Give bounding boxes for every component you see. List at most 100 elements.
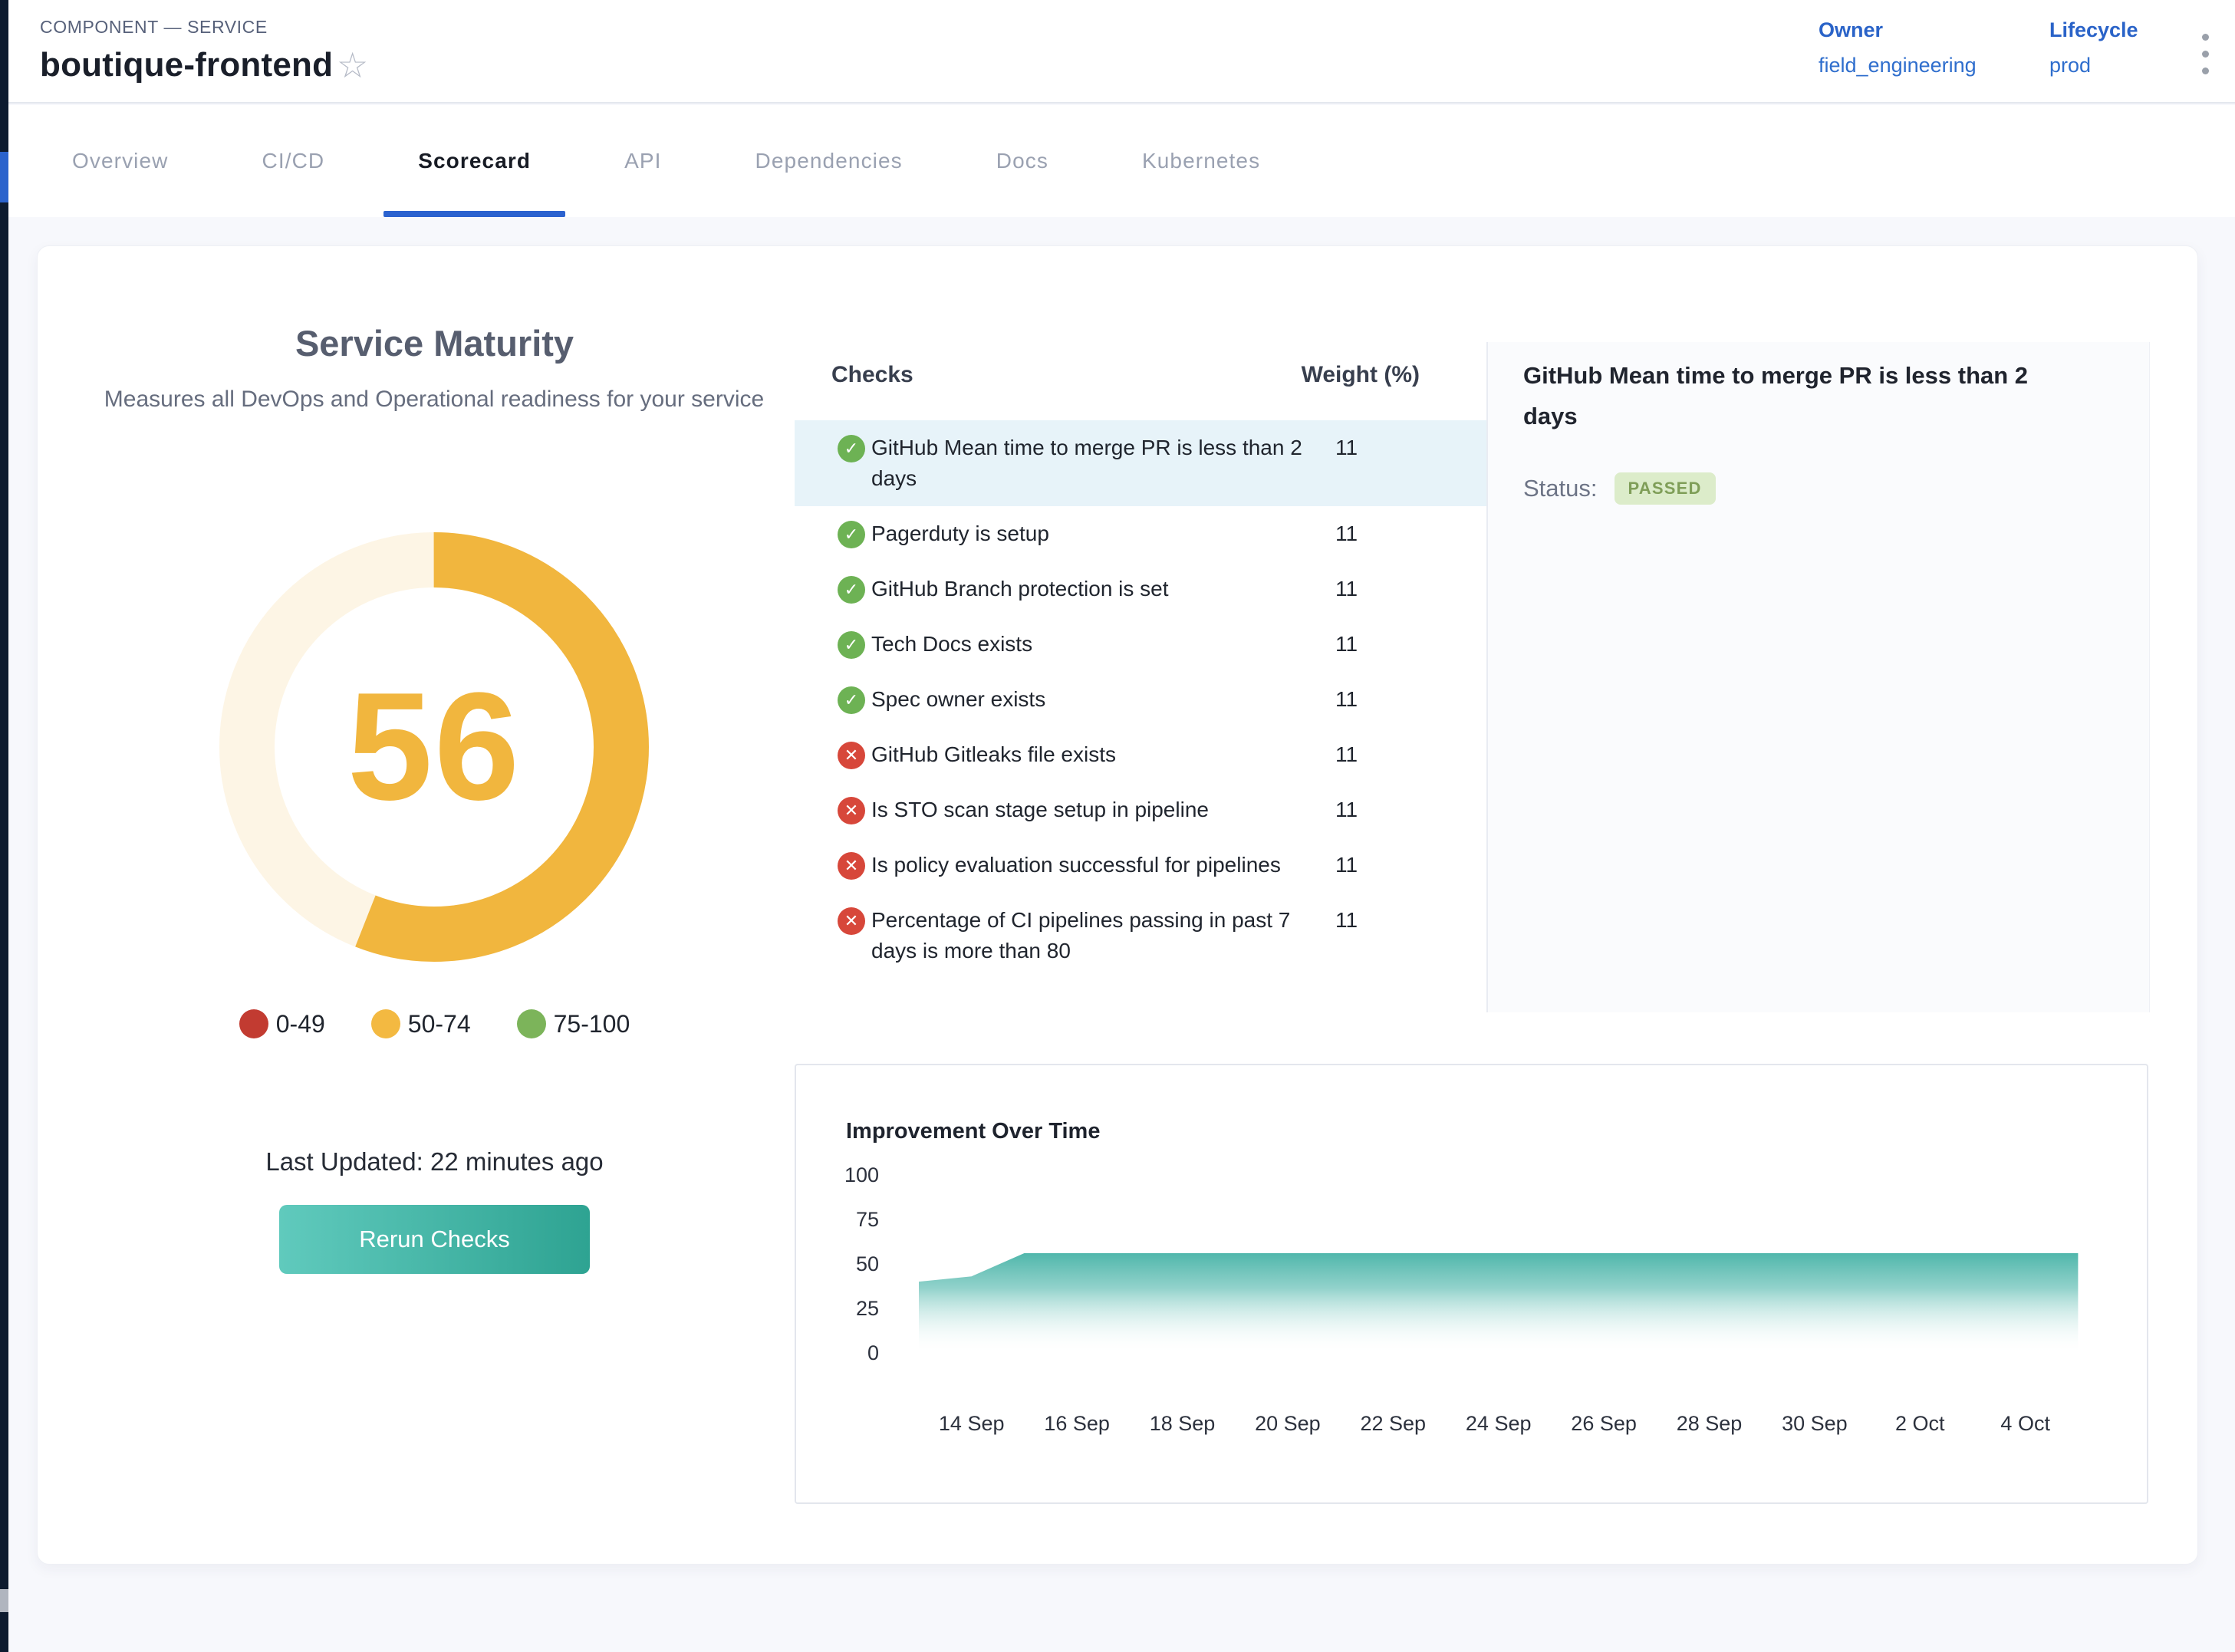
tab-bar: OverviewCI/CDScorecardAPIDependenciesDoc… xyxy=(8,105,2235,217)
check-row[interactable]: ✕GitHub Gitleaks file exists11 xyxy=(795,727,1486,782)
x-tick-label: 14 Sep xyxy=(939,1412,1005,1435)
scorecard-title: Service Maturity xyxy=(61,322,808,364)
check-row[interactable]: ✓Tech Docs exists11 xyxy=(795,617,1486,672)
check-row[interactable]: ✕Is policy evaluation successful for pip… xyxy=(795,838,1486,893)
left-nav-rail[interactable] xyxy=(0,0,8,1652)
tab-api[interactable]: API xyxy=(590,105,696,217)
status-badge: PASSED xyxy=(1615,472,1716,505)
breadcrumb: COMPONENT — SERVICE xyxy=(40,17,268,38)
nav-active-indicator xyxy=(0,152,8,202)
checks-list: ✓GitHub Mean time to merge PR is less th… xyxy=(795,420,1486,979)
legend-item: 50-74 xyxy=(371,1009,471,1038)
checks-table-header: Checks Weight (%) xyxy=(795,352,1486,398)
x-tick-label: 18 Sep xyxy=(1150,1412,1216,1435)
check-weight: 11 xyxy=(1335,850,1404,880)
legend-dot-icon xyxy=(239,1009,268,1038)
y-tick-label: 100 xyxy=(844,1163,879,1186)
check-weight: 11 xyxy=(1335,574,1404,604)
check-failed-icon: ✕ xyxy=(838,797,865,824)
legend-label: 0-49 xyxy=(276,1010,325,1038)
nav-rail-bottom-segment xyxy=(0,1589,8,1612)
check-passed-icon: ✓ xyxy=(838,435,865,462)
check-weight: 11 xyxy=(1335,739,1404,770)
y-tick-label: 50 xyxy=(856,1252,879,1275)
check-passed-icon: ✓ xyxy=(838,631,865,659)
improvement-area-series xyxy=(919,1253,2078,1353)
checks-column-header: Checks xyxy=(831,362,913,388)
y-tick-label: 25 xyxy=(856,1297,879,1320)
y-tick-label: 0 xyxy=(867,1341,879,1364)
check-label: GitHub Branch protection is set xyxy=(871,574,1335,604)
x-tick-label: 16 Sep xyxy=(1044,1412,1110,1435)
check-weight: 11 xyxy=(1335,905,1404,936)
owner-block: Owner field_engineering xyxy=(1819,18,1977,77)
y-tick-label: 75 xyxy=(856,1208,879,1231)
check-label: Is policy evaluation successful for pipe… xyxy=(871,850,1335,880)
check-failed-icon: ✕ xyxy=(838,852,865,880)
scorecard-subtitle: Measures all DevOps and Operational read… xyxy=(97,381,772,417)
check-weight: 11 xyxy=(1335,684,1404,715)
x-tick-label: 2 Oct xyxy=(1895,1412,1945,1435)
x-tick-label: 22 Sep xyxy=(1361,1412,1427,1435)
tab-kubernetes[interactable]: Kubernetes xyxy=(1108,105,1295,217)
lifecycle-label: Lifecycle xyxy=(2049,18,2138,42)
x-tick-label: 20 Sep xyxy=(1255,1412,1321,1435)
tab-scorecard[interactable]: Scorecard xyxy=(383,105,565,217)
check-row[interactable]: ✕Percentage of CI pipelines passing in p… xyxy=(795,893,1486,979)
check-weight: 11 xyxy=(1335,433,1404,463)
legend-dot-icon xyxy=(371,1009,400,1038)
tab-dependencies[interactable]: Dependencies xyxy=(721,105,937,217)
rerun-checks-button[interactable]: Rerun Checks xyxy=(279,1205,590,1274)
check-label: Pagerduty is setup xyxy=(871,518,1335,549)
check-label: Percentage of CI pipelines passing in pa… xyxy=(871,905,1335,966)
tab-ci-cd[interactable]: CI/CD xyxy=(228,105,360,217)
check-label: Is STO scan stage setup in pipeline xyxy=(871,795,1335,825)
check-weight: 11 xyxy=(1335,629,1404,660)
check-row[interactable]: ✓GitHub Mean time to merge PR is less th… xyxy=(795,420,1486,506)
kebab-menu-icon[interactable] xyxy=(2194,29,2217,79)
improvement-chart: 100 75 50 25 0 14 Sep 16 Sep 18 Sep 20 Sep 22 Sep… xyxy=(796,1065,2147,1502)
check-label: GitHub Mean time to merge PR is less tha… xyxy=(871,433,1335,494)
x-tick-label: 28 Sep xyxy=(1677,1412,1743,1435)
check-failed-icon: ✕ xyxy=(838,742,865,769)
score-value: 56 xyxy=(212,525,657,969)
check-weight: 11 xyxy=(1335,518,1404,549)
lifecycle-block: Lifecycle prod xyxy=(2049,18,2138,77)
checks-panel: Checks Weight (%) ✓GitHub Mean time to m… xyxy=(795,342,1486,979)
legend-label: 50-74 xyxy=(408,1010,471,1038)
check-passed-icon: ✓ xyxy=(838,576,865,604)
star-icon[interactable]: ☆ xyxy=(337,48,368,83)
weight-column-header: Weight (%) xyxy=(1302,362,1420,388)
improvement-chart-panel: Improvement Over Time 100755025014 Sep16… xyxy=(795,1064,2148,1504)
status-label: Status: xyxy=(1523,475,1598,502)
tab-overview[interactable]: Overview xyxy=(38,105,203,217)
page-title: boutique-frontend xyxy=(40,46,333,84)
check-passed-icon: ✓ xyxy=(838,521,865,548)
last-updated-text: Last Updated: 22 minutes ago xyxy=(61,1147,808,1176)
owner-link[interactable]: field_engineering xyxy=(1819,54,1977,77)
status-row: Status: PASSED xyxy=(1523,472,2149,505)
check-passed-icon: ✓ xyxy=(838,686,865,714)
check-label: Tech Docs exists xyxy=(871,629,1335,660)
x-tick-label: 24 Sep xyxy=(1466,1412,1532,1435)
check-row[interactable]: ✓Spec owner exists11 xyxy=(795,672,1486,727)
legend-item: 0-49 xyxy=(239,1009,325,1038)
check-row[interactable]: ✓Pagerduty is setup11 xyxy=(795,506,1486,561)
x-tick-label: 4 Oct xyxy=(2000,1412,2050,1435)
check-detail-title: GitHub Mean time to merge PR is less tha… xyxy=(1523,355,2060,436)
tab-docs[interactable]: Docs xyxy=(962,105,1083,217)
check-failed-icon: ✕ xyxy=(838,907,865,935)
legend-label: 75-100 xyxy=(554,1010,630,1038)
lifecycle-value[interactable]: prod xyxy=(2049,54,2138,77)
x-tick-label: 30 Sep xyxy=(1782,1412,1848,1435)
legend-dot-icon xyxy=(517,1009,546,1038)
scorecard-card: Service Maturity Measures all DevOps and… xyxy=(37,245,2198,1565)
check-row[interactable]: ✓GitHub Branch protection is set11 xyxy=(795,561,1486,617)
score-donut: 56 xyxy=(212,525,657,969)
entity-header: COMPONENT — SERVICE boutique-frontend ☆ … xyxy=(8,0,2235,104)
owner-label: Owner xyxy=(1819,18,1977,42)
score-legend: 0-49 50-74 75-100 xyxy=(61,1009,808,1038)
legend-item: 75-100 xyxy=(517,1009,630,1038)
check-row[interactable]: ✕Is STO scan stage setup in pipeline11 xyxy=(795,782,1486,838)
check-label: GitHub Gitleaks file exists xyxy=(871,739,1335,770)
